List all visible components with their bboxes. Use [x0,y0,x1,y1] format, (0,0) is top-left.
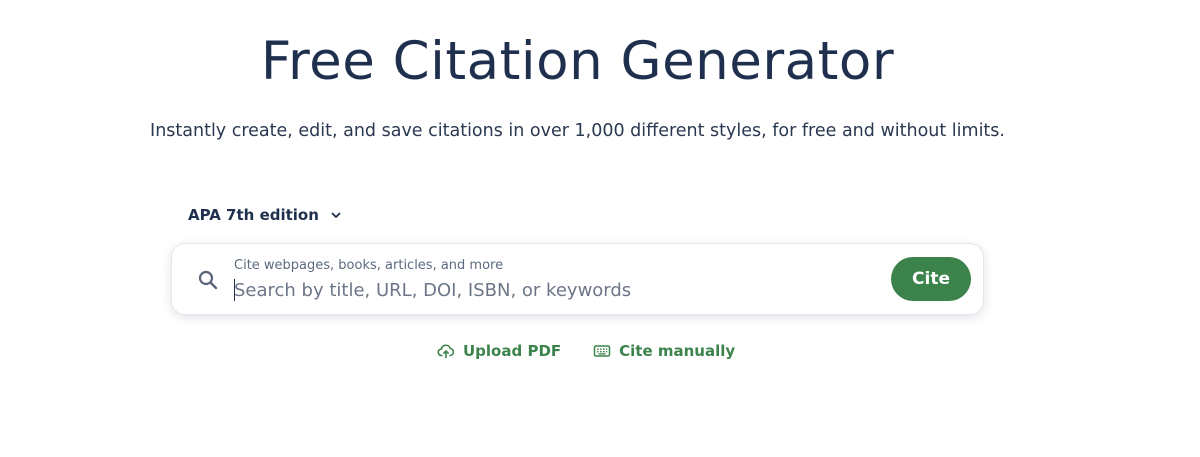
page-title: Free Citation Generator [260,31,895,92]
search-input[interactable] [234,277,874,303]
chevron-down-icon [329,208,343,222]
cite-manually-label: Cite manually [619,342,736,360]
cloud-upload-icon [437,342,455,360]
cite-button[interactable]: Cite [891,257,971,301]
keyboard-icon [593,342,611,360]
alternate-actions: Upload PDF Cite manually [437,339,735,363]
search-hint: Cite webpages, books, articles, and more [234,258,504,273]
search-icon [196,268,220,292]
page-subtitle: Instantly create, edit, and save citatio… [150,121,1005,141]
citation-style-dropdown[interactable]: APA 7th edition [188,203,343,227]
upload-pdf-link[interactable]: Upload PDF [437,339,561,363]
citation-style-label: APA 7th edition [188,206,319,224]
citation-generator-page: Free Citation Generator Instantly create… [0,0,1200,457]
upload-pdf-label: Upload PDF [463,342,562,360]
cite-manually-link[interactable]: Cite manually [593,339,735,363]
text-cursor [234,279,235,301]
search-box: Cite webpages, books, articles, and more… [171,243,984,315]
